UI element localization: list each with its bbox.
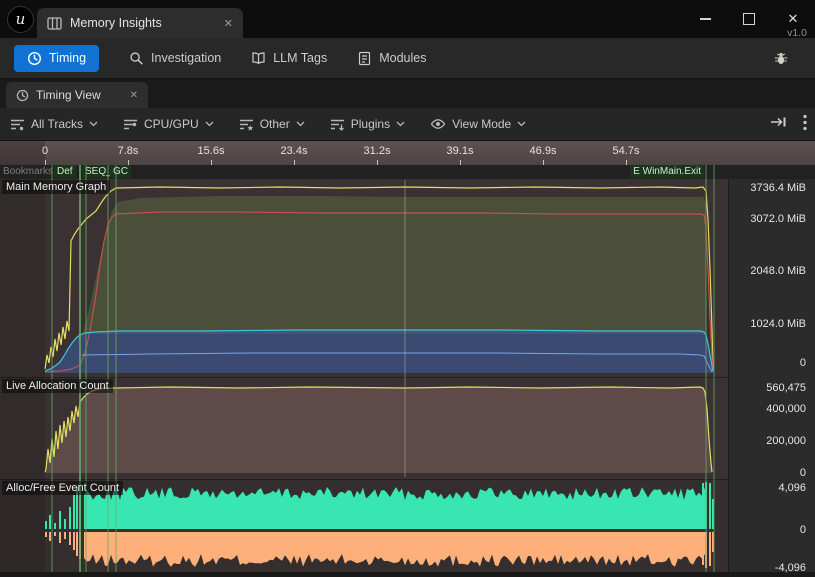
tab-timing-view[interactable]: Timing View ✕ <box>6 82 148 108</box>
modules-label: Modules <box>379 51 426 65</box>
view-tabbar: Timing View ✕ <box>0 79 815 108</box>
timing-button[interactable]: Timing <box>14 45 99 72</box>
cpu-gpu-dropdown[interactable]: CPU/GPU <box>123 117 214 132</box>
axis-tick-label: 4,096 <box>778 482 806 494</box>
plugins-label: Plugins <box>351 117 390 131</box>
investigation-icon <box>129 51 144 66</box>
axis-tick-label: 200,000 <box>766 435 806 447</box>
eye-icon <box>430 117 446 131</box>
doc-tab-memory-insights[interactable]: Memory Insights ✕ <box>37 8 243 38</box>
llm-tags-button[interactable]: LLM Tags <box>251 51 327 65</box>
chevron-down-icon <box>89 121 98 127</box>
timing-marker[interactable]: E WinMain.Exit <box>630 165 704 178</box>
chevron-down-icon <box>205 121 214 127</box>
track-title-live-allocation[interactable]: Live Allocation Count <box>2 379 113 393</box>
other-dropdown[interactable]: Other <box>239 117 305 132</box>
track-main-memory-graph[interactable] <box>0 179 728 377</box>
clock-icon <box>16 89 29 102</box>
plugins-filter-icon <box>330 117 345 132</box>
investigation-label: Investigation <box>151 51 221 65</box>
time-ruler[interactable]: 0 7.8s 15.6s 23.4s 31.2s 39.1s 46.9s 54.7s <box>0 141 815 165</box>
axis-tick-label: 2048.0 MiB <box>750 265 806 277</box>
tab-timing-view-label: Timing View <box>36 88 101 102</box>
cpu-gpu-label: CPU/GPU <box>144 117 199 131</box>
investigation-button[interactable]: Investigation <box>129 51 221 66</box>
track-separator <box>0 479 728 480</box>
ruler-tick-label: 39.1s <box>447 145 474 157</box>
minimize-icon <box>700 18 711 20</box>
llm-tags-label: LLM Tags <box>273 51 327 65</box>
modules-button[interactable]: Modules <box>357 51 426 66</box>
timing-label: Timing <box>49 51 86 65</box>
filterbar-right <box>770 108 807 141</box>
filter-toolbar: All Tracks CPU/GPU Other Plugins <box>0 108 815 141</box>
ruler-tick-label: 23.4s <box>281 145 308 157</box>
memory-insights-window: u Memory Insights ✕ ✕ v1.0 Timing Invest <box>0 0 815 577</box>
axis-tick-label: 560,475 <box>766 382 806 394</box>
titlebar: u Memory Insights ✕ ✕ <box>0 0 815 38</box>
maximize-button[interactable] <box>727 0 771 38</box>
star-filter-icon <box>239 117 254 132</box>
axis-tick-label: 0 <box>800 524 806 536</box>
clock-icon <box>27 51 42 66</box>
markers-row[interactable]: Bookmarks DefSEQ_GCE WinMain.Exit <box>0 165 815 179</box>
unreal-logo-glyph: u <box>16 12 26 27</box>
track-separator <box>0 377 728 378</box>
doc-tab-label: Memory Insights <box>70 16 162 30</box>
more-options-icon[interactable] <box>803 114 807 136</box>
unreal-logo-icon[interactable]: u <box>7 6 34 33</box>
cpu-gpu-filter-icon <box>123 117 138 132</box>
minimize-button[interactable] <box>683 0 727 38</box>
bookmarks-label: Bookmarks <box>3 166 53 177</box>
main-memory-plot[interactable] <box>0 179 728 377</box>
tab-close-icon[interactable]: ✕ <box>130 90 138 101</box>
axis-tick-label: 0 <box>800 357 806 369</box>
maximize-icon <box>743 13 755 25</box>
ruler-tick-label: 54.7s <box>613 145 640 157</box>
axis-panel: 3736.4 MiB 3072.0 MiB 2048.0 MiB 1024.0 MiB… <box>728 179 815 572</box>
axis-tick-label: 3736.4 MiB <box>750 182 806 194</box>
view-mode-label: View Mode <box>452 117 511 131</box>
axis-tick-label: 3072.0 MiB <box>750 213 806 225</box>
ruler-tick-label: 46.9s <box>530 145 557 157</box>
ruler-tick-label: 31.2s <box>364 145 391 157</box>
timing-marker[interactable]: GC <box>110 165 131 178</box>
track-title-alloc-free[interactable]: Alloc/Free Event Count <box>2 481 123 495</box>
ruler-pre-zero <box>0 141 45 165</box>
main-toolbar: Timing Investigation LLM Tags Modules <box>0 38 815 79</box>
ruler-tick-label: 0 <box>42 145 48 157</box>
chevron-down-icon <box>396 121 405 127</box>
bottom-strip <box>0 572 815 577</box>
axis-tick-label: 0 <box>800 467 806 479</box>
book-icon <box>251 51 266 65</box>
version-label: v1.0 <box>787 27 807 39</box>
ruler-tick-label: 7.8s <box>118 145 139 157</box>
doc-tab-close-icon[interactable]: ✕ <box>224 17 233 30</box>
chevron-down-icon <box>296 121 305 127</box>
document-icon <box>357 51 372 66</box>
axis-tick-label: 1024.0 MiB <box>750 318 806 330</box>
session-icon <box>47 17 62 30</box>
chevron-down-icon <box>517 121 526 127</box>
plugins-dropdown[interactable]: Plugins <box>330 117 405 132</box>
view-mode-dropdown[interactable]: View Mode <box>430 117 526 131</box>
ruler-tick-label: 15.6s <box>198 145 225 157</box>
debug-bug-icon[interactable] <box>773 51 789 71</box>
timing-marker[interactable]: Def <box>54 165 76 178</box>
all-tracks-dropdown[interactable]: All Tracks <box>10 117 98 132</box>
axis-tick-label: -4,096 <box>775 562 806 574</box>
all-tracks-label: All Tracks <box>31 117 83 131</box>
axis-tick-label: 400,000 <box>766 403 806 415</box>
track-title-main-memory[interactable]: Main Memory Graph <box>2 180 110 194</box>
track-filter-icon <box>10 117 25 132</box>
jump-to-end-icon[interactable] <box>770 115 787 134</box>
other-label: Other <box>260 117 290 131</box>
